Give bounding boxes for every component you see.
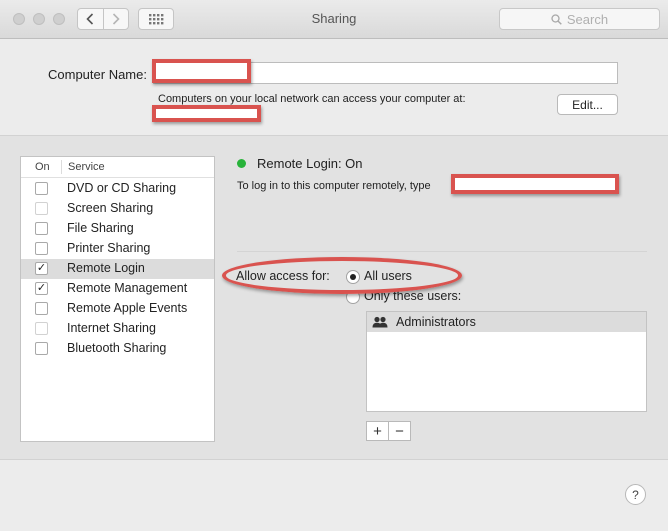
service-list-header: On Service	[21, 157, 214, 178]
annotation-ellipse	[222, 257, 462, 294]
service-row[interactable]: Bluetooth Sharing	[21, 339, 214, 359]
computer-name-label: Computer Name:	[48, 67, 147, 82]
user-name: Administrators	[396, 315, 476, 329]
divider	[237, 251, 647, 252]
service-row[interactable]: Internet Sharing	[21, 319, 214, 339]
network-access-text: Computers on your local network can acce…	[158, 93, 466, 105]
search-field[interactable]: Search	[499, 8, 660, 30]
service-name: Remote Login	[67, 261, 145, 275]
remote-login-hint: To log in to this computer remotely, typ…	[237, 180, 431, 192]
remove-user-button[interactable]: −	[388, 422, 410, 440]
service-checkbox[interactable]	[35, 242, 48, 255]
redaction-box-computer-name	[152, 59, 251, 83]
service-list: On Service DVD or CD Sharing Screen Shari…	[20, 156, 215, 442]
service-name: DVD or CD Sharing	[67, 181, 177, 195]
service-row[interactable]: Printer Sharing	[21, 239, 214, 259]
service-row[interactable]: ✓ Remote Management	[21, 279, 214, 299]
service-checkbox[interactable]	[35, 322, 48, 335]
header-on: On	[35, 161, 50, 173]
service-name: Internet Sharing	[67, 321, 156, 335]
allowed-users-list[interactable]: Administrators	[366, 311, 647, 412]
header-divider	[61, 160, 62, 174]
service-name: Remote Apple Events	[67, 301, 188, 315]
service-checkbox[interactable]: ✓	[35, 282, 48, 295]
service-checkbox[interactable]	[35, 342, 48, 355]
search-icon	[551, 13, 562, 25]
edit-button[interactable]: Edit...	[557, 94, 618, 115]
service-row[interactable]: ✓ Remote Login	[21, 259, 214, 279]
service-checkbox[interactable]	[35, 202, 48, 215]
service-row[interactable]: File Sharing	[21, 219, 214, 239]
add-remove-group: + −	[366, 421, 411, 441]
help-button[interactable]: ?	[625, 484, 646, 505]
service-status: Remote Login: On	[257, 156, 363, 171]
service-checkbox[interactable]: ✓	[35, 262, 48, 275]
service-name: Remote Management	[67, 281, 188, 295]
service-name: Printer Sharing	[67, 241, 151, 255]
service-checkbox[interactable]	[35, 182, 48, 195]
redaction-box-network-address	[152, 105, 261, 122]
list-item[interactable]: Administrators	[367, 312, 646, 332]
service-name: Screen Sharing	[67, 201, 154, 215]
service-row[interactable]: Remote Apple Events	[21, 299, 214, 319]
service-name: File Sharing	[67, 221, 134, 235]
service-name: Bluetooth Sharing	[67, 341, 167, 355]
search-placeholder: Search	[566, 11, 609, 27]
status-indicator-icon	[237, 159, 246, 168]
group-icon	[372, 316, 388, 328]
add-user-button[interactable]: +	[367, 422, 388, 440]
redaction-box-login-command	[451, 174, 619, 194]
service-checkbox[interactable]	[35, 302, 48, 315]
service-checkbox[interactable]	[35, 222, 48, 235]
header-service: Service	[68, 161, 105, 173]
service-row[interactable]: Screen Sharing	[21, 199, 214, 219]
service-row[interactable]: DVD or CD Sharing	[21, 179, 214, 199]
